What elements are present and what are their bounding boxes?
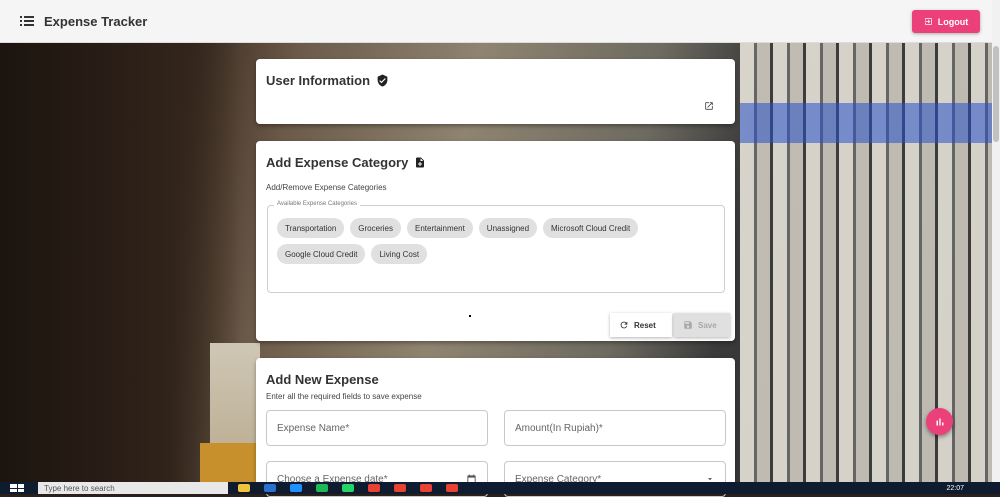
taskbar-search-placeholder: Type here to search xyxy=(44,483,115,493)
user-information-title: User Information xyxy=(266,73,389,88)
chrome-icon[interactable] xyxy=(368,484,380,492)
category-actions: Reset Save xyxy=(610,313,730,337)
app-title: Expense Tracker xyxy=(44,13,148,29)
category-chip-list: Transportation Groceries Entertainment U… xyxy=(277,218,717,264)
mouse-cursor-dot xyxy=(469,315,471,317)
document-icon xyxy=(416,157,425,168)
expense-name-field[interactable]: Expense Name* xyxy=(266,410,488,446)
amount-field[interactable]: Amount(In Rupiah)* xyxy=(504,410,726,446)
chrome-icon[interactable] xyxy=(394,484,406,492)
save-button[interactable]: Save xyxy=(674,313,730,337)
category-chip-field[interactable]: Available Expense Categories Transportat… xyxy=(267,201,725,293)
logout-label: Logout xyxy=(937,16,969,27)
analytics-fab[interactable] xyxy=(926,408,953,435)
whatsapp-icon[interactable] xyxy=(342,484,354,492)
chrome-icon[interactable] xyxy=(420,484,432,492)
app-bar: Expense Tracker Logout xyxy=(0,0,992,43)
system-tray: 22:07 xyxy=(946,485,964,492)
spotify-icon[interactable] xyxy=(316,484,328,492)
refresh-icon xyxy=(620,321,628,329)
taskbar-search[interactable]: Type here to search xyxy=(38,482,228,494)
add-expense-category-card: Add Expense Category Add/Remove Expense … xyxy=(256,141,735,341)
add-expense-category-title-text: Add Expense Category xyxy=(266,155,409,170)
category-field-label: Available Expense Categories xyxy=(274,201,360,207)
add-expense-category-title: Add Expense Category xyxy=(266,155,426,170)
save-label: Save xyxy=(698,320,717,330)
vscode-icon[interactable] xyxy=(290,484,302,492)
taskbar-apps xyxy=(238,484,458,492)
mail-icon[interactable] xyxy=(264,484,276,492)
add-new-expense-subtitle: Enter all the required fields to save ex… xyxy=(266,392,422,401)
taskbar-clock[interactable]: 22:07 xyxy=(946,485,964,492)
page-scrollbar[interactable] xyxy=(992,0,1000,482)
add-expense-category-subtitle: Add/Remove Expense Categories xyxy=(266,183,387,192)
file-explorer-icon[interactable] xyxy=(238,484,250,492)
category-chip[interactable]: Living Cost xyxy=(371,244,428,264)
add-new-expense-title: Add New Expense xyxy=(266,372,379,387)
category-chip[interactable]: Groceries xyxy=(350,218,401,238)
bar-chart-icon xyxy=(936,418,943,425)
logout-button[interactable]: Logout xyxy=(912,10,980,33)
add-new-expense-card: Add New Expense Enter all the required f… xyxy=(256,358,735,497)
amount-placeholder: Amount(In Rupiah)* xyxy=(515,423,603,434)
category-chip[interactable]: Entertainment xyxy=(406,218,473,238)
os-taskbar: Type here to search 22:07 xyxy=(0,482,1000,494)
logout-icon xyxy=(924,18,932,25)
category-chip[interactable]: Microsoft Cloud Credit xyxy=(543,218,639,238)
menu-icon[interactable] xyxy=(20,15,34,27)
windows-start-icon[interactable] xyxy=(10,484,24,492)
chrome-icon[interactable] xyxy=(446,484,458,492)
reset-button[interactable]: Reset xyxy=(610,313,672,337)
scroll-thumb[interactable] xyxy=(993,46,999,142)
verified-user-icon xyxy=(377,74,388,87)
category-chip[interactable]: Transportation xyxy=(277,218,345,238)
open-in-new-icon[interactable] xyxy=(704,101,714,111)
user-information-card: User Information xyxy=(256,59,735,124)
user-information-title-text: User Information xyxy=(266,73,371,88)
reset-label: Reset xyxy=(634,320,656,330)
category-chip[interactable]: Google Cloud Credit xyxy=(277,244,366,264)
save-icon xyxy=(684,321,692,329)
expense-name-placeholder: Expense Name* xyxy=(277,423,350,434)
category-chip[interactable]: Unassigned xyxy=(478,218,538,238)
